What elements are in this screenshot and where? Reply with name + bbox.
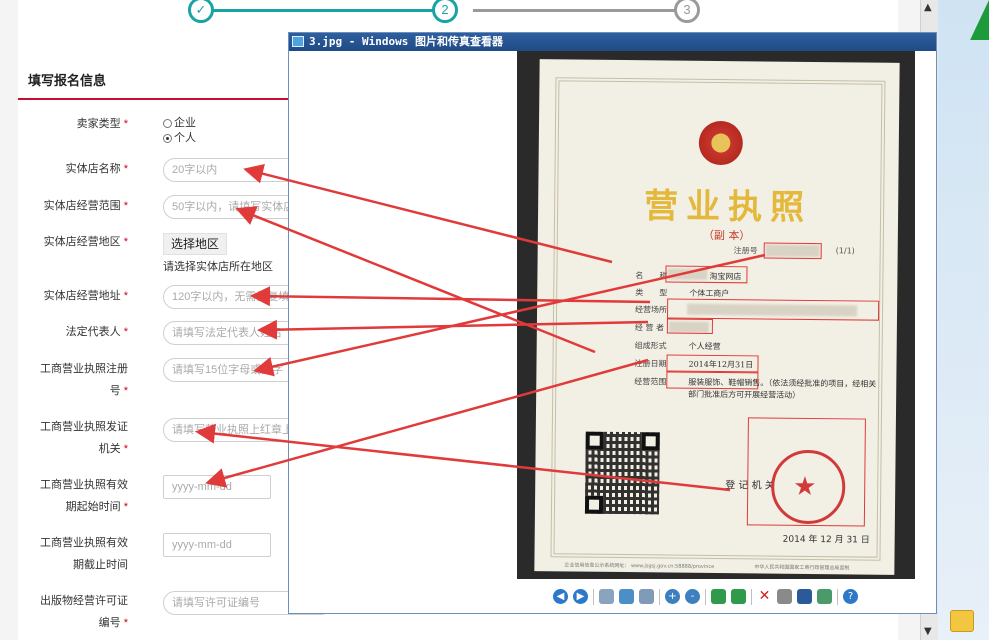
zoom-in-icon[interactable]: + bbox=[665, 589, 680, 604]
legal-rep-label: 法定代表人 * bbox=[65, 326, 128, 338]
store-address-label: 实体店经营地址 * bbox=[43, 290, 128, 302]
field-label-type: 类 型 bbox=[635, 288, 668, 298]
seal-date: 2014 年 12 月 31 日 bbox=[782, 534, 870, 546]
best-fit-icon[interactable] bbox=[599, 589, 614, 604]
field-value-form: 个人经营 bbox=[688, 341, 721, 352]
business-scope-label: 实体店经营范围 * bbox=[43, 200, 128, 212]
desktop-background bbox=[938, 0, 989, 640]
viewer-toolbar: ◀ ▶ + - ✕ ? bbox=[547, 586, 887, 608]
toolbar-divider bbox=[593, 589, 594, 605]
national-emblem-icon bbox=[698, 120, 744, 166]
valid-start-label: 工商营业执照有效 期起始时间 * bbox=[40, 479, 128, 513]
license-subtitle: （副 本） bbox=[702, 228, 751, 243]
actual-size-icon[interactable] bbox=[619, 589, 634, 604]
slideshow-icon[interactable] bbox=[639, 589, 654, 604]
store-region-label: 实体店经营地区 * bbox=[43, 236, 128, 248]
seller-type-label: 卖家类型 * bbox=[76, 118, 128, 130]
viewer-title: 3.jpg - Windows 图片和传真查看器 bbox=[309, 35, 503, 48]
step-1: ✓ bbox=[188, 0, 214, 23]
edit-icon[interactable] bbox=[817, 589, 832, 604]
reg-no-highlight bbox=[763, 242, 822, 260]
photo-display: 营业执照 （副 本） 注册号 (1/1) 名 称 淘宝网店 类 型 个体工商户 … bbox=[517, 51, 915, 579]
store-name-label: 实体店名称 * bbox=[65, 163, 128, 175]
step-connector-pending bbox=[473, 9, 693, 12]
select-region-button[interactable]: 选择地区 bbox=[163, 233, 227, 255]
region-hint: 请选择实体店所在地区 bbox=[163, 261, 273, 273]
premises-highlight bbox=[666, 298, 880, 321]
reg-date-highlight bbox=[666, 354, 759, 373]
check-icon: ✓ bbox=[195, 2, 207, 17]
scroll-down-icon[interactable]: ▼ bbox=[924, 626, 932, 637]
radio-enterprise[interactable]: 企业 bbox=[163, 114, 196, 130]
license-title: 营业执照 bbox=[643, 186, 813, 228]
qr-finder-top-right bbox=[641, 432, 660, 451]
field-label-name: 名 称 bbox=[635, 271, 668, 281]
toolbar-divider bbox=[659, 589, 660, 605]
field-label-form: 组成形式 bbox=[634, 341, 667, 351]
step-3: 3 bbox=[674, 0, 700, 23]
footer-right: 中华人民共和国国家工商行政管理总局监制 bbox=[754, 564, 850, 572]
field-label-premises: 经营场所 bbox=[635, 305, 668, 315]
viewer-titlebar[interactable]: 3.jpg - Windows 图片和传真查看器 bbox=[289, 33, 936, 51]
field-value-type: 个体工商户 bbox=[689, 288, 730, 299]
folder-icon[interactable] bbox=[950, 610, 974, 632]
screen: ✓ 2 3 填写报名信息 卖家类型 * 企业 个人 实体店名称 * 20字以内 … bbox=[0, 0, 989, 640]
field-label-reg-date: 注册日期 bbox=[634, 359, 667, 369]
reg-no-label: 注册号 bbox=[733, 246, 758, 256]
toolbar-divider bbox=[751, 589, 752, 605]
step-connector-done bbox=[213, 9, 453, 12]
toolbar-divider bbox=[705, 589, 706, 605]
step-2: 2 bbox=[432, 0, 458, 23]
field-label-scope: 经营范围 bbox=[634, 377, 667, 387]
issuing-org-label: 工商营业执照发证 机关 * bbox=[40, 421, 128, 455]
valid-end-input[interactable]: yyyy-mm-dd bbox=[163, 533, 271, 557]
print-icon[interactable] bbox=[777, 589, 792, 604]
prev-icon[interactable]: ◀ bbox=[553, 589, 568, 604]
save-icon[interactable] bbox=[797, 589, 812, 604]
delete-icon[interactable]: ✕ bbox=[757, 589, 772, 604]
radio-individual[interactable]: 个人 bbox=[163, 129, 196, 145]
valid-end-label: 工商营业执照有效 期截止时间 bbox=[40, 537, 128, 571]
scroll-up-icon[interactable]: ▲ bbox=[924, 2, 932, 13]
next-icon[interactable]: ▶ bbox=[573, 589, 588, 604]
footer-left: 企业信用信息公示系统网址： www.jsgsj.gov.cn:58888/pro… bbox=[564, 562, 715, 570]
business-license-document: 营业执照 （副 本） 注册号 (1/1) 名 称 淘宝网店 类 型 个体工商户 … bbox=[534, 59, 900, 575]
field-label-operator: 经 营 者 bbox=[634, 323, 665, 333]
zoom-out-icon[interactable]: - bbox=[685, 589, 700, 604]
valid-start-input[interactable]: yyyy-mm-dd bbox=[163, 475, 271, 499]
help-icon[interactable]: ? bbox=[843, 589, 858, 604]
reg-page-marker: (1/1) bbox=[835, 246, 855, 256]
seal-highlight bbox=[746, 417, 866, 527]
toolbar-divider bbox=[837, 589, 838, 605]
license-no-label: 工商营业执照注册 号 * bbox=[40, 363, 128, 397]
permit-label: 出版物经营许可证 编号 * bbox=[40, 595, 128, 629]
section-title: 填写报名信息 bbox=[28, 73, 107, 88]
operator-highlight bbox=[666, 318, 713, 334]
name-highlight bbox=[665, 265, 748, 284]
rotate-cw-icon[interactable] bbox=[711, 589, 726, 604]
qr-finder-bottom-left bbox=[584, 495, 604, 514]
field-value-scope-cont: 部门批准后方可开展经营活动） bbox=[688, 389, 801, 400]
viewer-app-icon bbox=[292, 36, 304, 47]
image-viewer-window: 3.jpg - Windows 图片和传真查看器 营业执照 （副 本） 注册号 … bbox=[288, 32, 937, 614]
scope-highlight bbox=[666, 371, 759, 390]
qr-finder-top-left bbox=[585, 431, 604, 450]
radio-selected-icon[interactable] bbox=[163, 133, 172, 143]
rotate-ccw-icon[interactable] bbox=[731, 589, 746, 604]
radio-icon[interactable] bbox=[163, 118, 172, 128]
